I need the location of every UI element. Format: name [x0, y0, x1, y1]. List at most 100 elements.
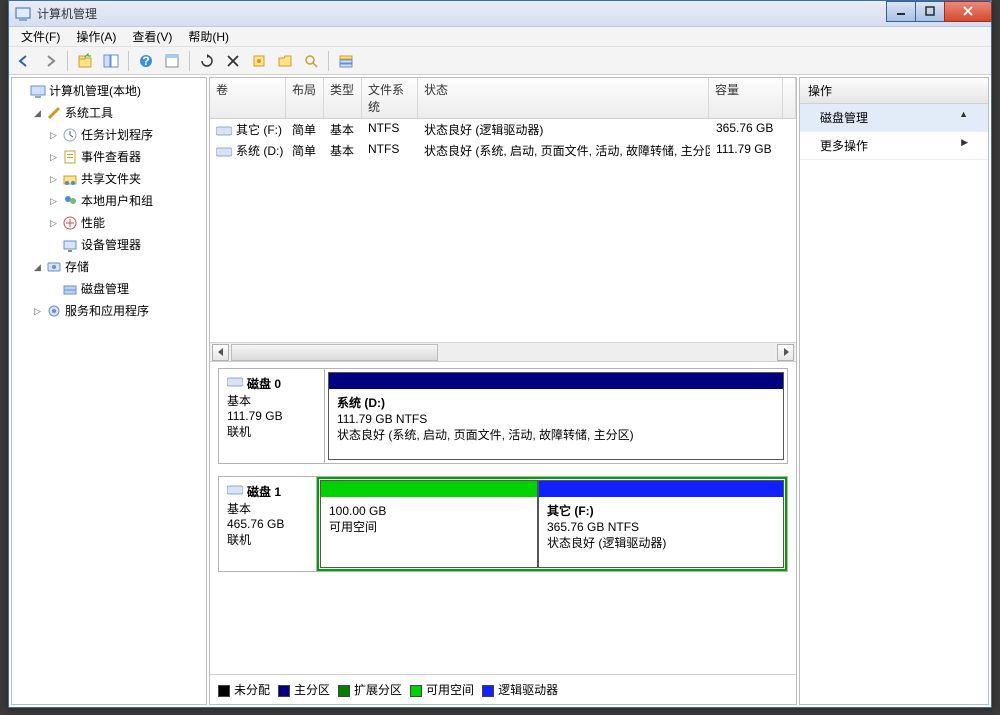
tree-system-tools[interactable]: ◢ 系统工具 [30, 102, 204, 124]
tree-label: 磁盘管理 [81, 279, 129, 299]
menu-file[interactable]: 文件(F) [13, 26, 68, 47]
tree-label: 存储 [65, 257, 89, 277]
settings-icon[interactable] [248, 50, 270, 72]
twisty-icon[interactable] [48, 240, 59, 251]
swatch-logical [482, 685, 494, 697]
legend-logical: 逻辑驱动器 [482, 681, 558, 698]
close-button[interactable] [944, 1, 992, 22]
volume-hscroll[interactable] [210, 342, 796, 362]
computer-icon [30, 83, 46, 99]
toolbar-sep [189, 51, 190, 71]
tree-label: 计算机管理(本地) [49, 81, 141, 101]
disk-mgmt-icon [62, 281, 78, 297]
minimize-button[interactable] [886, 1, 916, 22]
swatch-unallocated [218, 685, 230, 697]
partition-box[interactable]: 系统 (D:)111.79 GB NTFS状态良好 (系统, 启动, 页面文件,… [328, 372, 784, 460]
tree-disk-management[interactable]: 磁盘管理 [46, 278, 204, 300]
tree-shared-folders[interactable]: ▷ 共享文件夹 [46, 168, 204, 190]
refresh-button[interactable] [196, 50, 218, 72]
legend-extended: 扩展分区 [338, 681, 402, 698]
twisty-icon[interactable] [48, 284, 59, 295]
performance-icon [62, 215, 78, 231]
tree-label: 性能 [81, 213, 105, 233]
disk-box[interactable]: 磁盘 0基本111.79 GB联机系统 (D:)111.79 GB NTFS状态… [218, 368, 788, 464]
menu-view[interactable]: 查看(V) [124, 26, 180, 47]
expand-icon[interactable]: ▷ [48, 174, 59, 185]
app-window: 计算机管理 文件(F) 操作(A) 查看(V) 帮助(H) ? [8, 0, 992, 708]
storage-icon [46, 259, 62, 275]
tree-event-viewer[interactable]: ▷事件查看器 [46, 146, 204, 168]
col-type[interactable]: 类型 [324, 78, 362, 118]
menu-action[interactable]: 操作(A) [68, 26, 124, 47]
actions-item-diskmgmt[interactable]: 磁盘管理▲ [800, 104, 988, 132]
table-row[interactable]: 其它 (F:)简单基本NTFS状态良好 (逻辑驱动器)365.76 GB [210, 119, 796, 140]
partition-box[interactable]: 100.00 GB可用空间 [320, 480, 538, 568]
actions-header: 操作 [800, 78, 988, 104]
users-icon [62, 193, 78, 209]
toolbar: ? [9, 47, 991, 75]
col-extra[interactable] [783, 78, 796, 118]
col-volume[interactable]: 卷 [210, 78, 286, 118]
table-row[interactable]: 系统 (D:)简单基本NTFS状态良好 (系统, 启动, 页面文件, 活动, 故… [210, 140, 796, 161]
scroll-thumb[interactable] [231, 344, 438, 361]
col-filesystem[interactable]: 文件系统 [362, 78, 418, 118]
legend: 未分配 主分区 扩展分区 可用空间 逻辑驱动器 [210, 674, 796, 704]
nav-tree[interactable]: 计算机管理(本地) ◢ 系统工具 ▷任务计划程序 ▷事件查看器 [11, 77, 207, 705]
expand-icon[interactable]: ▷ [32, 306, 43, 317]
legend-unallocated: 未分配 [218, 681, 270, 698]
properties-button[interactable] [161, 50, 183, 72]
tree-performance[interactable]: ▷ 性能 [46, 212, 204, 234]
toolbar-sep [67, 51, 68, 71]
scroll-left-button[interactable] [212, 344, 229, 361]
svg-text:?: ? [142, 54, 149, 68]
tree-storage[interactable]: ◢ 存储 [30, 256, 204, 278]
tree-label: 设备管理器 [81, 235, 141, 255]
expand-icon[interactable]: ▷ [48, 218, 59, 229]
toolbar-sep [128, 51, 129, 71]
menu-help[interactable]: 帮助(H) [180, 26, 237, 47]
toolbar-sep [328, 51, 329, 71]
partition-box[interactable]: 其它 (F:)365.76 GB NTFS状态良好 (逻辑驱动器) [538, 480, 784, 568]
disk-icon [227, 376, 243, 391]
tree-label: 本地用户和组 [81, 191, 153, 211]
disk-box[interactable]: 磁盘 1基本465.76 GB联机100.00 GB可用空间其它 (F:)365… [218, 476, 788, 572]
col-capacity[interactable]: 容量 [709, 78, 783, 118]
collapse-icon[interactable]: ◢ [32, 108, 43, 119]
services-icon [46, 303, 62, 319]
col-layout[interactable]: 布局 [286, 78, 324, 118]
tree-root[interactable]: 计算机管理(本地) [14, 80, 204, 102]
main-body: 计算机管理(本地) ◢ 系统工具 ▷任务计划程序 ▷事件查看器 [9, 75, 991, 707]
list-icon[interactable] [335, 50, 357, 72]
forward-button[interactable] [39, 50, 61, 72]
scroll-right-button[interactable] [777, 344, 794, 361]
swatch-free [410, 685, 422, 697]
actions-item-more[interactable]: 更多操作▶ [800, 132, 988, 160]
scroll-track[interactable] [231, 344, 775, 361]
open-icon[interactable] [274, 50, 296, 72]
maximize-button[interactable] [915, 1, 945, 22]
show-hide-tree-button[interactable] [100, 50, 122, 72]
find-icon[interactable] [300, 50, 322, 72]
collapse-icon[interactable]: ◢ [32, 262, 43, 273]
help-button[interactable]: ? [135, 50, 157, 72]
tree-services-apps[interactable]: ▷ 服务和应用程序 [30, 300, 204, 322]
expand-icon[interactable]: ▷ [48, 196, 59, 207]
volume-table-body[interactable]: 其它 (F:)简单基本NTFS状态良好 (逻辑驱动器)365.76 GB系统 (… [210, 119, 796, 342]
actions-pane: 操作 磁盘管理▲ 更多操作▶ [799, 77, 989, 705]
tree-label: 共享文件夹 [81, 169, 141, 189]
tree-local-users[interactable]: ▷ 本地用户和组 [46, 190, 204, 212]
volume-table-header: 卷 布局 类型 文件系统 状态 容量 [210, 78, 796, 119]
twisty-icon[interactable] [16, 86, 27, 97]
expand-icon[interactable]: ▷ [48, 130, 59, 141]
titlebar[interactable]: 计算机管理 [9, 1, 991, 27]
tree-device-manager[interactable]: 设备管理器 [46, 234, 204, 256]
tree-task-scheduler[interactable]: ▷任务计划程序 [46, 124, 204, 146]
tools-icon [46, 105, 62, 121]
disk-map-area[interactable]: 磁盘 0基本111.79 GB联机系统 (D:)111.79 GB NTFS状态… [210, 362, 796, 674]
col-status[interactable]: 状态 [418, 78, 709, 118]
delete-icon[interactable] [222, 50, 244, 72]
up-button[interactable] [74, 50, 96, 72]
expand-icon[interactable]: ▷ [48, 152, 59, 163]
back-button[interactable] [13, 50, 35, 72]
disk-icon [227, 484, 243, 499]
